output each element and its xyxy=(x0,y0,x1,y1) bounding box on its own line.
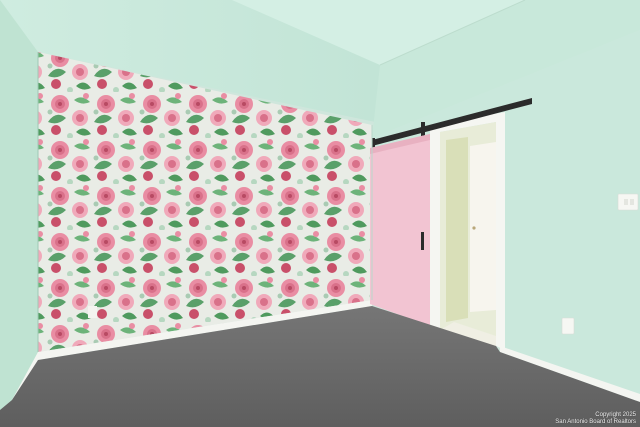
barn-door xyxy=(370,134,430,326)
watermark-line-2: San Antonio Board of Realtors xyxy=(555,418,636,425)
left-wall xyxy=(0,0,38,410)
copyright-watermark: Copyright 2025 San Antonio Board of Real… xyxy=(555,412,636,425)
room-photo: Copyright 2025 San Antonio Board of Real… xyxy=(0,0,640,427)
accent-wall-outlet xyxy=(88,306,97,318)
barn-door-handle xyxy=(421,232,424,250)
hallway-wall xyxy=(446,137,468,322)
room-illustration xyxy=(0,0,640,427)
wall-outlet xyxy=(561,317,575,335)
interior-door-knob xyxy=(472,226,476,230)
